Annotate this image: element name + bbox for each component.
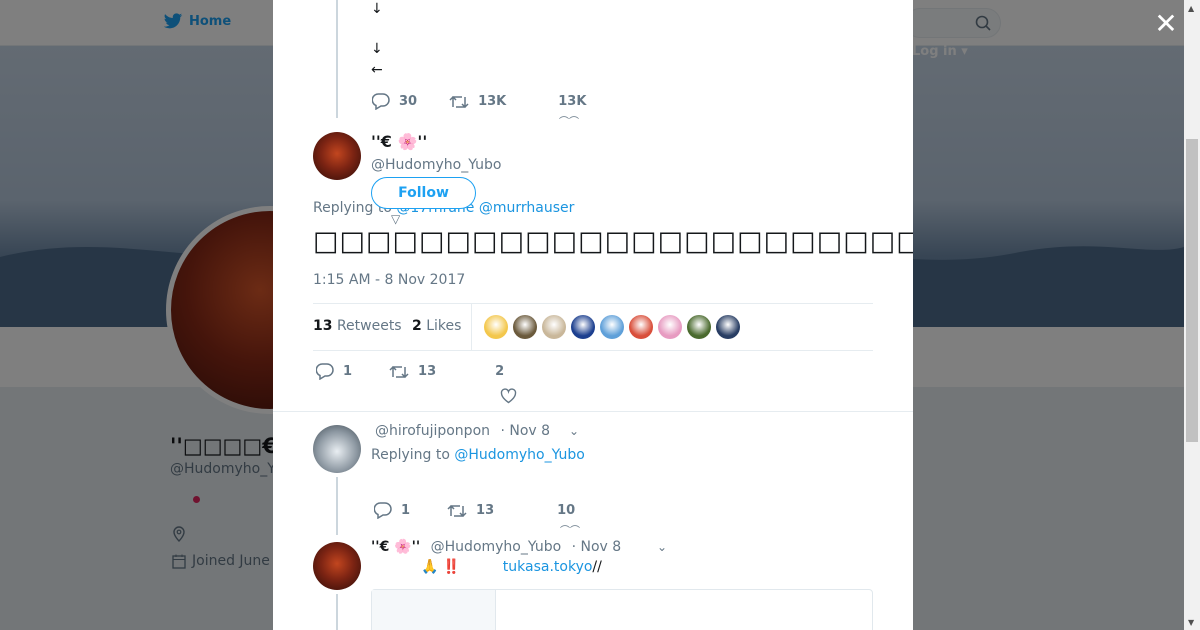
tweet-text: □□□□□□□□□□□□□□□□□□□□□□□ [313,226,913,257]
scroll-down-arrow-icon[interactable]: ▼ [1188,618,1194,627]
reply-date[interactable]: · Nov 8 [572,539,622,555]
card-image [372,590,496,630]
tweet-stats: 13 Retweets 2 Likes [313,303,873,351]
retweets-stat[interactable]: 13 Retweets [313,318,402,334]
reply-avatar[interactable] [313,542,361,590]
tweet-timestamp[interactable]: 1:15 AM - 8 Nov 2017 [313,272,465,288]
retweet-icon [449,95,469,108]
like-button[interactable]: 10 [557,503,575,518]
tweet-actions: 1 13 10 [374,502,575,519]
reply-icon [372,93,390,110]
tweet-actions: 1 13 2 [316,363,504,380]
liker-avatar[interactable] [629,315,653,339]
link-card[interactable] [371,589,873,630]
scrollbar[interactable]: ▲ ▼ [1184,0,1200,630]
reply-button[interactable]: 1 [374,502,410,519]
author-handle[interactable]: @Hudomyho_Yubo [371,157,501,173]
heart-icon-partial: ⌒⌒ [560,526,580,537]
scroll-up-arrow-icon[interactable]: ▲ [1188,4,1194,13]
scroll-thumb[interactable] [1186,139,1198,442]
retweet-icon [447,504,467,517]
replying-to: Replying to @Hudomyho_Yubo [371,447,585,463]
reply-handle[interactable]: @Hudomyho_Yubo [431,539,561,555]
reply-button[interactable]: 30 [372,93,417,110]
author-avatar[interactable] [313,132,361,180]
liker-avatars [484,315,740,339]
reply-handle[interactable]: @hirofujiponpon [375,423,490,439]
liker-avatar[interactable] [513,315,537,339]
arrow-text: ↓ [371,1,383,17]
heart-icon-partial: ⌒⌒ [559,117,579,128]
thread-line [336,477,338,535]
reply-icon [316,363,334,380]
retweet-button[interactable]: 13K [449,94,506,110]
likes-stat[interactable]: 2 Likes [412,318,461,334]
liker-avatar[interactable] [716,315,740,339]
reply-link[interactable]: tukasa.tokyo [503,559,593,575]
like-count: 2 [495,364,505,379]
liker-avatar[interactable] [484,315,508,339]
reply-button[interactable]: 1 [316,363,352,380]
like-button[interactable]: 2 [495,364,504,379]
reply-emoji: 🙏 ‼️ [421,559,461,575]
like-count: 13K [558,94,587,109]
liker-avatar[interactable] [600,315,624,339]
like-count: 10 [557,503,576,518]
arrow-text: ← [371,62,383,78]
retweet-button[interactable]: 13 [389,364,436,380]
follow-button[interactable]: Follow [371,177,476,209]
thread-line [336,0,338,118]
reply-avatar[interactable] [313,425,361,473]
reply-text: 🙏 ‼️ tukasa.tokyo// [421,559,602,575]
close-icon[interactable]: ✕ [1152,10,1180,38]
heart-icon[interactable] [500,388,517,404]
liker-avatar[interactable] [571,315,595,339]
stats-divider [471,304,472,350]
reply-header: ''€ 🌸'' @Hudomyho_Yubo · Nov 8 [371,539,621,555]
reply-date[interactable]: · Nov 8 [500,423,550,439]
chevron-down-icon[interactable]: ⌄ [569,424,579,438]
liker-avatar[interactable] [658,315,682,339]
like-button[interactable]: 13K [558,94,586,109]
chevron-down-icon[interactable]: ⌄ [657,540,667,554]
liker-avatar[interactable] [687,315,711,339]
reply-name[interactable]: ''€ 🌸'' [371,539,420,555]
thread-line [336,594,338,630]
arrow-text: ↓ [371,41,383,57]
retweet-icon [389,365,409,378]
replying-to-link[interactable]: @Hudomyho_Yubo [454,447,584,463]
author-name[interactable]: ''€ 🌸'' [371,132,427,151]
reply-icon [374,502,392,519]
tweet-modal: ↓ ↓ ← 30 13K 13K ⌒⌒ ''€ 🌸'' @Hudomyho_Yu… [273,0,913,630]
divider [273,411,913,412]
retweet-button[interactable]: 13 [447,503,494,519]
reply-header: @hirofujiponpon · Nov 8 [375,423,550,439]
chevron-down-icon[interactable]: ▽ [391,212,400,226]
liker-avatar[interactable] [542,315,566,339]
tweet-actions: 30 13K 13K [372,93,586,110]
